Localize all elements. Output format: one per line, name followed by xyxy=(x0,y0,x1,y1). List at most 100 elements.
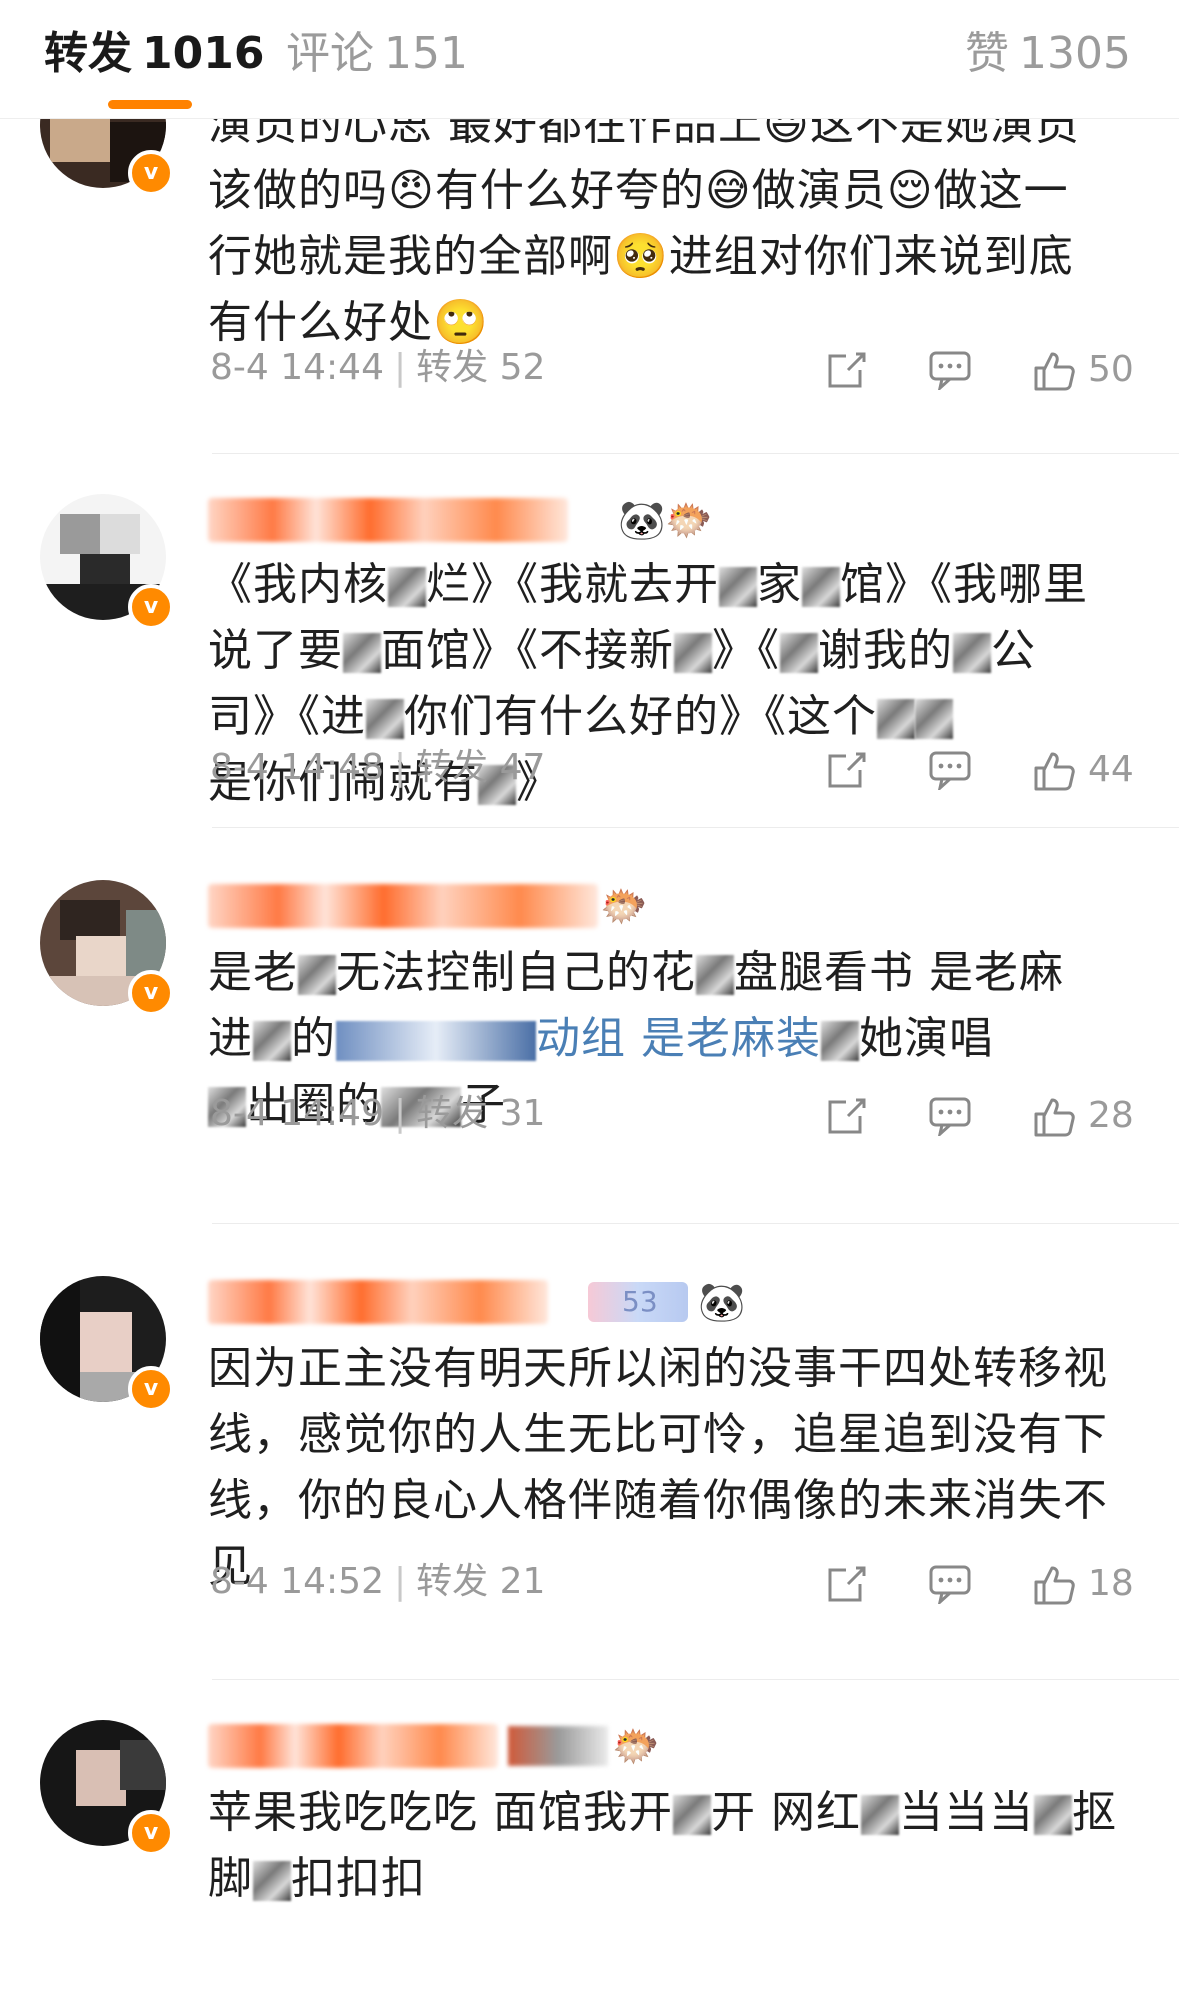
user-badge-icons: 🐡 xyxy=(612,1724,660,1768)
timestamp: 8-4 14:49 xyxy=(210,1093,384,1134)
repost-count: 47 xyxy=(499,747,546,788)
repost-item: v 🐡 是老 无法控制自己的花 盘腿看书 是老麻 进的动组 是老麻装 她演唱 出圈的子… xyxy=(0,828,1179,1224)
redacted-mosaic xyxy=(674,633,712,673)
text-line: 是老 无法控制自己的花 盘腿看书 是老麻 xyxy=(208,947,1064,998)
share-button[interactable] xyxy=(826,744,886,796)
verified-badge-icon: v xyxy=(128,1810,174,1856)
tab-repost-count: 1016 xyxy=(142,28,265,79)
tab-comments-count: 151 xyxy=(384,28,468,79)
verified-badge-icon: v xyxy=(128,150,174,196)
user-badge-icons: 🐼🐡 xyxy=(618,498,713,542)
username[interactable]: 🐡 xyxy=(208,1720,728,1776)
tab-comments[interactable]: 评论 151 xyxy=(286,26,468,82)
text-line: 说了要 面馆》《不接新 》《 谢我的公 xyxy=(208,625,1036,676)
meta-divider: | xyxy=(394,347,407,388)
repost-list: v 演员的心思 最好都在作品上😃这不是她演员 该做的吗😠有什么好夸的😅做演员😌做… xyxy=(0,118,1179,2000)
share-button[interactable] xyxy=(826,344,886,396)
username[interactable]: 53 🐼 xyxy=(208,1276,808,1332)
tab-repost-label: 转发 xyxy=(44,28,132,79)
action-bar: 44 xyxy=(826,744,1146,796)
redacted-mosaic xyxy=(877,699,915,739)
repost-item: v 演员的心思 最好都在作品上😃这不是她演员 该做的吗😠有什么好夸的😅做演员😌做… xyxy=(0,118,1179,454)
comment-button[interactable] xyxy=(928,1558,988,1610)
repost-label: 转发 xyxy=(416,1093,489,1134)
redacted-mosaic xyxy=(780,633,818,673)
comment-button[interactable] xyxy=(928,744,988,796)
share-button[interactable] xyxy=(826,1558,886,1610)
thumbs-up-icon xyxy=(1034,352,1075,391)
thumbs-up-icon xyxy=(1034,1566,1075,1605)
like-button[interactable]: 18 xyxy=(1032,1558,1142,1610)
action-bar: 18 xyxy=(826,1558,1146,1610)
repost-count: 31 xyxy=(499,1093,546,1134)
redacted-mosaic xyxy=(253,1861,291,1901)
share-icon xyxy=(828,1098,866,1134)
username-blurred xyxy=(208,1280,548,1324)
meta-divider: | xyxy=(394,1561,407,1602)
share-icon xyxy=(828,352,866,388)
redacted-mosaic xyxy=(719,567,757,607)
like-button[interactable]: 28 xyxy=(1032,1090,1142,1142)
repost-text: 演员的心思 最好都在作品上😃这不是她演员 该做的吗😠有什么好夸的😅做演员😌做这一… xyxy=(208,118,1138,356)
repost-label: 转发 xyxy=(416,1561,489,1602)
tab-repost[interactable]: 转发 1016 xyxy=(44,26,264,82)
text-line: 进的动组 是老麻装 她演唱 xyxy=(208,1013,994,1064)
comment-icon xyxy=(929,1565,971,1604)
comment-button[interactable] xyxy=(928,1090,988,1142)
comment-button[interactable] xyxy=(928,344,988,396)
redacted-mosaic xyxy=(673,1795,711,1835)
tab-comments-label: 评论 xyxy=(286,28,374,79)
like-count: 28 xyxy=(1088,1095,1134,1136)
username[interactable]: 🐼🐡 xyxy=(208,494,768,550)
timestamp: 8-4 14:52 xyxy=(210,1561,384,1602)
username-blurred xyxy=(208,1724,498,1768)
comment-icon xyxy=(929,751,971,790)
redacted-mosaic xyxy=(696,955,734,995)
redacted-mosaic xyxy=(388,567,426,607)
redacted-mosaic xyxy=(802,567,840,607)
user-badge-icons: 🐡 xyxy=(600,884,648,928)
text-line: 该做的吗😠有什么好夸的😅做演员😌做这一 xyxy=(208,165,1069,216)
redacted-mosaic xyxy=(253,1021,291,1061)
like-button[interactable]: 50 xyxy=(1032,344,1142,396)
redacted-mosaic xyxy=(366,699,404,739)
like-button[interactable]: 44 xyxy=(1032,744,1142,796)
action-bar: 50 xyxy=(826,344,1146,396)
repost-item: v 53 🐼 因为正主没有明天所以闲的没事干四处转移视 线，感觉你的人生无比可怜… xyxy=(0,1224,1179,1680)
redacted-mosaic xyxy=(343,633,381,673)
thumbs-up-icon xyxy=(1034,752,1075,791)
timestamp: 8-4 14:44 xyxy=(210,347,384,388)
level-badge-text: 53 xyxy=(622,1285,658,1318)
share-button[interactable] xyxy=(826,1090,886,1142)
tab-likes-count: 1305 xyxy=(1019,28,1131,79)
text-line: 《我内核 烂》《我就去开家馆》《我哪里 xyxy=(208,559,1088,610)
timestamp: 8-4 14:48 xyxy=(210,747,384,788)
level-badge: 53 xyxy=(588,1282,688,1322)
tab-likes-label: 赞 xyxy=(965,28,1010,79)
redacted-mosaic xyxy=(821,1021,859,1061)
like-count: 44 xyxy=(1088,749,1134,790)
text-line: 线，感觉你的人生无比可怜，追星追到没有下 xyxy=(208,1409,1108,1460)
username-blurred xyxy=(208,498,568,542)
like-count: 18 xyxy=(1088,1563,1134,1604)
share-icon xyxy=(828,752,866,788)
repost-count: 21 xyxy=(499,1561,546,1602)
active-tab-indicator xyxy=(108,100,192,109)
repost-count: 52 xyxy=(499,347,546,388)
tab-likes[interactable]: 赞 1305 xyxy=(965,26,1131,82)
thumbs-up-icon xyxy=(1034,1098,1075,1137)
repost-meta: 8-4 14:52 | 转发 21 xyxy=(210,1558,545,1606)
repost-item: v 🐼🐡 《我内核 烂》《我就去开家馆》《我哪里 说了要 面馆》《不接新 》《 谢我的公… xyxy=(0,454,1179,828)
verified-badge-icon: v xyxy=(128,970,174,1016)
redacted-mosaic xyxy=(336,1021,536,1061)
username-blurred xyxy=(208,884,598,928)
text-line: 行她就是我的全部啊🥺进组对你们来说到底 xyxy=(208,231,1074,282)
username[interactable]: 🐡 xyxy=(208,880,748,936)
repost-label: 转发 xyxy=(416,347,489,388)
repost-label: 转发 xyxy=(416,747,489,788)
share-icon xyxy=(828,1566,866,1602)
redacted-mosaic xyxy=(915,699,953,739)
tab-bar: 转发 1016 评论 151 赞 1305 xyxy=(0,0,1179,119)
meta-divider: | xyxy=(394,747,407,788)
text-line: 脚扣扣扣 xyxy=(208,1853,426,1904)
